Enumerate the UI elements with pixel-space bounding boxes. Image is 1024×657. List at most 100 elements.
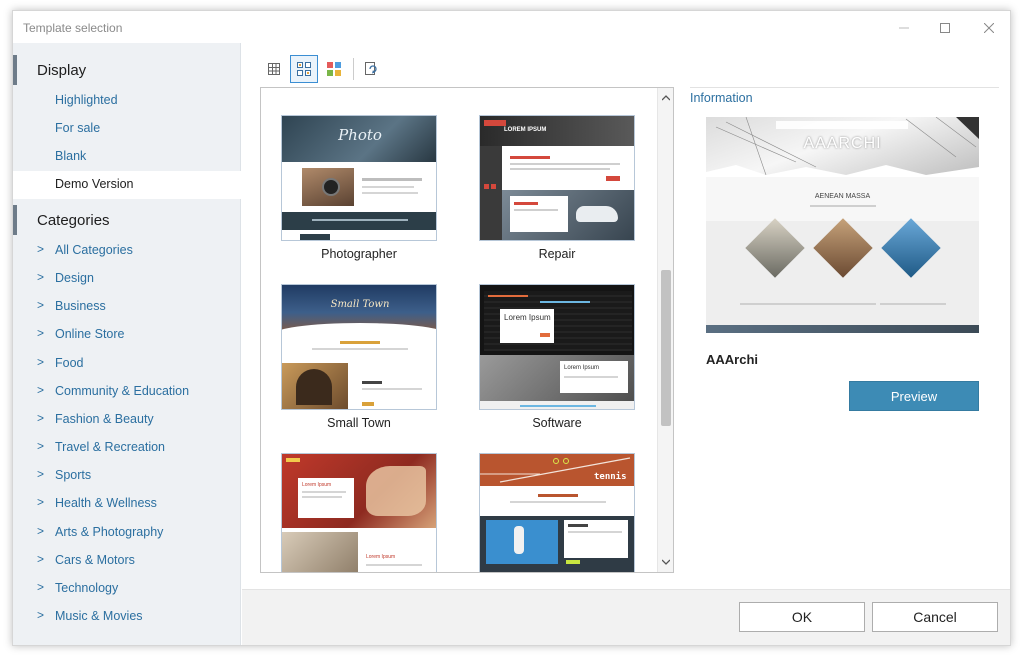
sidebar-item-label: Community & Education: [55, 383, 190, 398]
thumb-subheading: Lorem Ipsum: [366, 554, 396, 560]
sidebar-item-sports[interactable]: > Sports: [13, 462, 241, 490]
section-accent-bar: [13, 55, 17, 85]
template-selection-window: Template selection Display Highlighted F…: [12, 10, 1011, 646]
template-caption: Photographer: [321, 247, 397, 261]
sidebar-item-highlighted[interactable]: Highlighted: [13, 87, 241, 115]
sidebar-item-business[interactable]: > Business: [13, 293, 241, 321]
color-grid-icon: [327, 62, 341, 76]
sidebar-item-label: Health & Wellness: [55, 496, 157, 511]
maximize-icon: [940, 23, 950, 33]
sidebar-item-music-movies[interactable]: > Music & Movies: [13, 603, 241, 631]
minimize-button[interactable]: [884, 15, 924, 41]
sidebar-item-label: Cars & Motors: [55, 552, 135, 567]
chevron-right-icon: >: [37, 270, 45, 285]
template-card-software[interactable]: Lorem Ipsum Lorem Ipsum Software: [479, 284, 635, 430]
info-divider: [690, 87, 999, 88]
sidebar-item-label: Music & Movies: [55, 608, 143, 623]
sidebar-item-fashion-beauty[interactable]: > Fashion & Beauty: [13, 406, 241, 434]
section-accent-bar: [13, 205, 17, 235]
sidebar-item-online-store[interactable]: > Online Store: [13, 321, 241, 349]
chevron-right-icon: >: [37, 495, 45, 510]
sidebar-item-label: Fashion & Beauty: [55, 411, 154, 426]
sidebar-item-label: Arts & Photography: [55, 524, 164, 539]
sidebar-item-label: Online Store: [55, 327, 125, 342]
chevron-down-icon: [662, 559, 670, 565]
large-grid-icon: [297, 62, 311, 76]
template-thumbnail: Photo: [281, 115, 437, 241]
categories-header-label: Categories: [37, 212, 110, 229]
selected-template-name: AAArchi: [706, 352, 759, 367]
sidebar-item-technology[interactable]: > Technology: [13, 575, 241, 603]
sidebar-item-blank[interactable]: Blank: [13, 143, 241, 171]
large-grid-view-button[interactable]: [290, 55, 318, 83]
preview-subheading: AENEAN MASSA: [814, 193, 871, 200]
color-grid-view-button[interactable]: [320, 55, 348, 83]
sidebar-item-label: Blank: [55, 149, 87, 163]
sidebar-item-label: All Categories: [55, 243, 133, 257]
template-thumbnail: Lorem Ipsum Lorem Ipsum: [281, 453, 437, 572]
view-toolbar: [260, 53, 560, 83]
ok-button[interactable]: OK: [739, 602, 865, 632]
scroll-up-button[interactable]: [658, 90, 673, 106]
display-header-label: Display: [37, 62, 87, 79]
chevron-right-icon: >: [37, 607, 45, 622]
small-grid-view-button[interactable]: [260, 55, 288, 83]
chevron-right-icon: >: [37, 579, 45, 594]
chevron-right-icon: >: [37, 551, 45, 566]
sidebar-item-community-education[interactable]: > Community & Education: [13, 378, 241, 406]
thumb-heading: Small Town: [330, 299, 390, 310]
sidebar-item-cars-motors[interactable]: > Cars & Motors: [13, 547, 241, 575]
sidebar-item-label: Business: [55, 299, 106, 314]
maximize-button[interactable]: [925, 15, 965, 41]
refresh-button[interactable]: [357, 55, 385, 83]
categories-section-header: Categories: [13, 205, 241, 235]
sidebar-item-arts-photography[interactable]: > Arts & Photography: [13, 519, 241, 547]
sidebar-item-food[interactable]: > Food: [13, 350, 241, 378]
sidebar-item-label: Design: [55, 271, 94, 286]
chevron-up-icon: [662, 95, 670, 101]
chevron-right-icon: >: [37, 410, 45, 425]
window-title: Template selection: [23, 21, 123, 35]
sidebar-item-design[interactable]: > Design: [13, 265, 241, 293]
close-button[interactable]: [969, 15, 1009, 41]
template-thumbnail: Small Town: [281, 284, 437, 410]
sidebar-item-label: Technology: [55, 580, 119, 595]
chevron-right-icon: >: [37, 523, 45, 538]
template-card-small-town[interactable]: Small Town Small Town: [281, 284, 437, 430]
cancel-button[interactable]: Cancel: [872, 602, 998, 632]
template-preview-image: AAARCHI AENEAN MASSA: [706, 117, 979, 333]
scroll-down-button[interactable]: [658, 554, 673, 570]
template-card-photographer[interactable]: Photo Photographer: [281, 115, 437, 261]
sidebar-item-health-wellness[interactable]: > Health & Wellness: [13, 490, 241, 518]
sidebar: Display Highlighted For sale Blank Demo …: [13, 43, 241, 645]
info-title: Information: [690, 91, 753, 105]
template-thumbnail: Lorem Ipsum Lorem Ipsum: [479, 284, 635, 410]
small-grid-icon: [268, 63, 280, 75]
chevron-right-icon: >: [37, 382, 45, 397]
thumb-heading: LOREM IPSUM: [504, 127, 547, 133]
sidebar-item-travel-recreation[interactable]: > Travel & Recreation: [13, 434, 241, 462]
chevron-right-icon: >: [37, 326, 45, 341]
toolbar-separator: [353, 58, 354, 80]
sidebar-item-label: Travel & Recreation: [55, 440, 165, 455]
sidebar-item-for-sale[interactable]: For sale: [13, 115, 241, 143]
sidebar-item-demo-version[interactable]: Demo Version: [13, 171, 241, 199]
chevron-right-icon: >: [37, 467, 45, 482]
template-card-repair[interactable]: LOREM IPSUM Repair: [479, 115, 635, 261]
display-section-header: Display: [13, 55, 241, 85]
sidebar-item-label: Food: [55, 355, 84, 370]
template-card-tennis[interactable]: tennis: [479, 453, 635, 572]
gallery-scrollbar[interactable]: [657, 88, 673, 572]
sidebar-item-all-categories[interactable]: > All Categories: [13, 237, 241, 265]
chevron-right-icon: >: [37, 354, 45, 369]
refresh-icon: [365, 62, 377, 75]
scroll-thumb[interactable]: [661, 270, 671, 426]
thumb-heading: Lorem Ipsum: [302, 482, 332, 488]
template-card-art[interactable]: Lorem Ipsum Lorem Ipsum: [281, 453, 437, 572]
close-icon: [984, 23, 994, 33]
thumb-heading: tennis: [594, 472, 627, 482]
chevron-right-icon: >: [37, 439, 45, 454]
preview-button[interactable]: Preview: [849, 381, 979, 411]
thumb-subheading: Lorem Ipsum: [564, 365, 600, 371]
template-caption: Small Town: [327, 416, 391, 430]
